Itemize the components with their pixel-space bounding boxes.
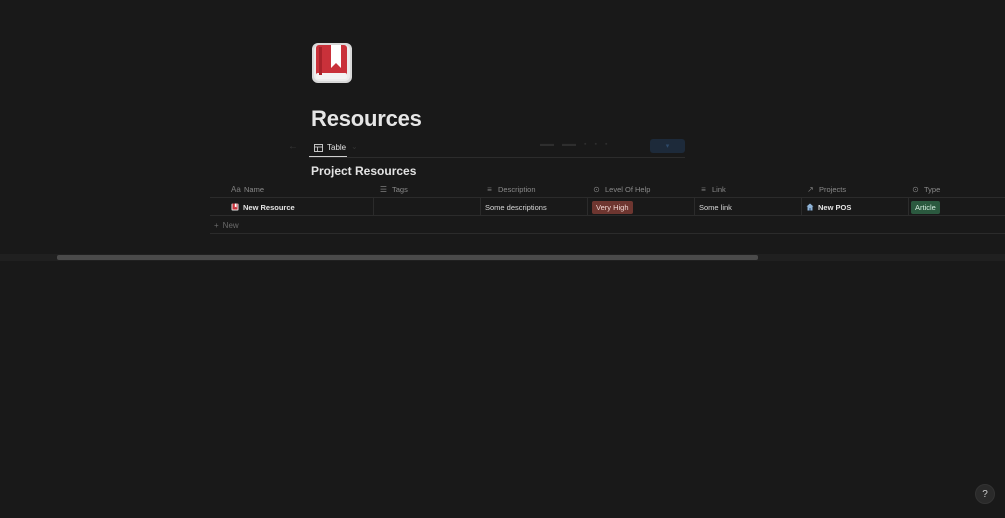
sort-icon[interactable]: ▬▬ — [562, 141, 576, 148]
new-row-label: New — [222, 220, 239, 230]
column-label: Level Of Help — [605, 184, 651, 194]
cell-description[interactable]: Some descriptions — [481, 198, 588, 216]
table-row[interactable]: New Resource Some descriptions Very High… — [210, 198, 1005, 216]
column-header-tags[interactable]: ☰ Tags — [374, 180, 481, 198]
select-circle-icon: ⊙ — [593, 184, 600, 194]
tab-table[interactable]: Table — [310, 138, 350, 157]
house-icon — [806, 203, 814, 211]
type-tag: Article — [911, 200, 940, 214]
cell-name[interactable]: New Resource — [227, 198, 374, 216]
table-header-row: Aa Name ☰ Tags ≡ Description ⊙ Level Of … — [210, 180, 1005, 198]
table-icon — [314, 143, 323, 152]
new-button[interactable]: ▾ — [650, 139, 685, 153]
cell-tags[interactable] — [374, 198, 481, 216]
select-circle-icon: ⊙ — [912, 184, 919, 194]
add-new-row[interactable]: + New — [210, 216, 1005, 234]
column-label: Description — [498, 184, 536, 194]
row-description: Some descriptions — [485, 202, 547, 212]
list-icon: ☰ — [379, 184, 388, 194]
column-header-projects[interactable]: ↗ Projects — [802, 180, 909, 198]
cell-level-of-help[interactable]: Very High — [588, 198, 695, 216]
plus-icon: + — [214, 220, 219, 230]
row-name: New Resource — [243, 202, 295, 212]
cell-type[interactable]: Article — [909, 198, 1005, 216]
database-table: Aa Name ☰ Tags ≡ Description ⊙ Level Of … — [210, 180, 1005, 234]
book-icon — [231, 203, 239, 211]
title-property-icon: Aa — [231, 184, 241, 194]
column-header-name[interactable]: Aa Name — [227, 180, 374, 198]
lightning-icon[interactable]: ▪ — [584, 141, 586, 148]
column-label: Type — [924, 184, 941, 194]
new-row-button[interactable]: + New — [214, 216, 239, 234]
cell-projects[interactable]: New POS — [802, 198, 909, 216]
column-header-level-of-help[interactable]: ⊙ Level Of Help — [588, 180, 695, 198]
view-bar: ← Table ⌄ ▬▬ ▬▬ ▪ ▪ ▪ ▾ — [285, 138, 685, 158]
page: Resources ← Table ⌄ ▬▬ ▬▬ ▪ ▪ ▪ ▾ Projec… — [0, 0, 1005, 518]
column-label: Projects — [819, 184, 847, 194]
text-lines-icon: ≡ — [487, 184, 492, 194]
column-header-type[interactable]: ⊙ Type — [909, 180, 1005, 198]
row-link: Some link — [699, 202, 732, 212]
cell-link[interactable]: Some link — [695, 198, 802, 216]
filter-icon[interactable]: ▬▬ — [540, 141, 554, 148]
row-project-link[interactable]: New POS — [818, 203, 851, 212]
scrollbar-thumb[interactable] — [57, 255, 758, 260]
more-icon[interactable]: ▪ — [605, 141, 607, 148]
database-title[interactable]: Project Resources — [311, 164, 416, 178]
new-button-chevron-icon: ▾ — [665, 143, 670, 150]
help-button[interactable]: ? — [975, 484, 995, 504]
tab-table-label: Table — [327, 143, 347, 152]
text-lines-icon: ≡ — [701, 184, 706, 194]
column-label: Name — [244, 184, 265, 194]
chevron-down-icon[interactable]: ⌄ — [351, 142, 358, 151]
column-header-description[interactable]: ≡ Description — [481, 180, 588, 198]
column-label: Tags — [392, 184, 408, 194]
view-bar-divider — [309, 157, 685, 158]
level-of-help-tag: Very High — [592, 200, 633, 214]
search-icon[interactable]: ▪ — [594, 141, 596, 148]
relation-arrow-icon: ↗ — [807, 184, 814, 194]
column-label: Link — [712, 184, 726, 194]
view-toolbar: ▬▬ ▬▬ ▪ ▪ ▪ — [540, 141, 607, 148]
column-header-link[interactable]: ≡ Link — [695, 180, 802, 198]
horizontal-scrollbar[interactable] — [0, 254, 1005, 261]
page-book-icon[interactable] — [311, 42, 353, 84]
back-arrow-icon[interactable]: ← — [288, 141, 298, 152]
page-title[interactable]: Resources — [311, 106, 422, 132]
